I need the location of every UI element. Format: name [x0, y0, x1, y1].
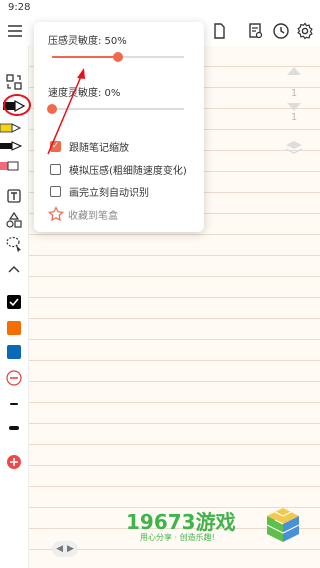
star-icon [48, 206, 64, 222]
watermark-title: 19673游戏 [126, 510, 236, 534]
checkbox-label: 跟随笔记缩放 [69, 142, 129, 154]
checkbox-label: 画完立刻自动识别 [69, 187, 149, 199]
status-bar: 9:28 [0, 0, 320, 16]
status-time: 9:28 [8, 2, 31, 13]
checkbox-auto-recognize[interactable]: 画完立刻自动识别 [50, 184, 149, 199]
pressure-sensitivity-label: 压感灵敏度: 50% [48, 36, 127, 47]
menu-icon[interactable] [4, 20, 26, 42]
color-swatch-blue[interactable] [4, 342, 24, 362]
layers-icon[interactable] [285, 140, 303, 156]
watermark-slogan: 用心分享 · 创造乐趣! [140, 533, 215, 542]
document-icon[interactable] [208, 20, 230, 42]
page-navigator: 1 1 [282, 64, 306, 164]
page-up-icon[interactable] [286, 64, 302, 76]
collapse-chevron-up-icon[interactable] [4, 260, 24, 280]
text-tool-icon[interactable] [4, 186, 24, 206]
checkbox-label: 模拟压感(粗细随速度变化) [69, 165, 187, 177]
convert-icon[interactable] [4, 72, 24, 92]
add-plus-icon[interactable] [4, 452, 24, 472]
checkbox-simulate-pressure[interactable]: 模拟压感(粗细随速度变化) [50, 162, 187, 177]
color-swatch-black[interactable] [4, 292, 24, 312]
bottom-page-nav[interactable]: ◀ ▶ [52, 541, 78, 557]
pressure-slider-fill [52, 56, 118, 58]
prev-arrow-icon[interactable]: ◀ [56, 544, 63, 554]
lasso-select-icon[interactable] [4, 234, 24, 254]
shapes-tool-icon[interactable] [4, 210, 24, 230]
pressure-sensitivity-slider[interactable] [52, 52, 184, 62]
speed-slider-thumb[interactable] [47, 104, 57, 114]
highlighter-tool-icon[interactable] [0, 118, 26, 138]
pen-settings-popup: 压感灵敏度: 50% 速度灵敏度: 0% 跟随笔记缩放 模拟压感(粗细随速度变化… [34, 22, 204, 232]
speed-sensitivity-label: 速度灵敏度: 0% [48, 88, 121, 99]
eraser-tool-icon[interactable] [0, 156, 26, 176]
next-arrow-icon[interactable]: ▶ [67, 544, 74, 554]
add-to-penbox-button[interactable]: 收藏到笔盒 [48, 206, 118, 222]
checkbox-box[interactable] [50, 185, 61, 197]
stroke-width-thick[interactable] [4, 418, 24, 438]
add-to-penbox-label: 收藏到笔盒 [68, 210, 118, 222]
checkbox-box[interactable] [50, 163, 61, 175]
left-toolbar [0, 46, 29, 568]
speed-sensitivity-slider[interactable] [47, 104, 184, 114]
annotation-circle [3, 94, 31, 116]
page-total: 1 [290, 112, 298, 123]
stroke-width-thin[interactable] [4, 394, 24, 414]
history-clock-icon[interactable] [270, 20, 292, 42]
checkbox-follow-zoom[interactable]: 跟随笔记缩放 [50, 139, 129, 154]
ballpoint-pen-tool-icon[interactable] [0, 136, 26, 156]
checkbox-box[interactable] [50, 140, 61, 152]
pressure-slider-thumb[interactable] [113, 52, 123, 62]
watermark: 19673游戏 用心分享 · 创造乐趣! [126, 506, 302, 546]
watermark-cube-logo [266, 508, 300, 542]
settings-gear-icon[interactable] [294, 20, 316, 42]
remove-color-minus-icon[interactable] [4, 368, 24, 388]
note-search-icon[interactable] [245, 20, 267, 42]
page-down-icon[interactable] [286, 102, 302, 112]
page-current: 1 [290, 88, 298, 99]
color-swatch-orange[interactable] [4, 318, 24, 338]
